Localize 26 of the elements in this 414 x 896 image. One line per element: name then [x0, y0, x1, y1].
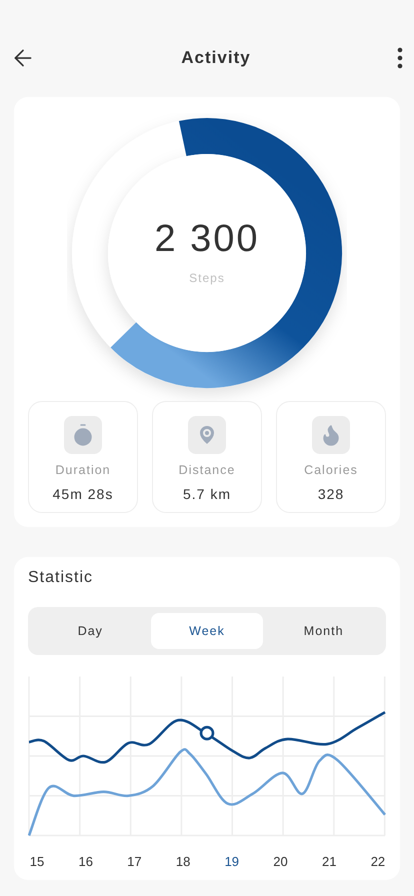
more-menu-button[interactable] [396, 46, 404, 68]
day-label: 22 [370, 854, 386, 869]
map-pin-icon [188, 416, 226, 454]
period-tab[interactable]: Month [267, 613, 380, 649]
stat-label: Distance [178, 463, 236, 477]
day-label: 21 [321, 854, 338, 869]
day-label: 20 [272, 854, 289, 869]
flame-icon [312, 416, 350, 454]
stat-label: Calories [304, 463, 358, 477]
day-label: 16 [78, 854, 94, 869]
stat-value: 328 [318, 486, 344, 502]
screen-title: Activity [181, 48, 251, 68]
stopwatch-icon [64, 416, 102, 454]
stat-value: 5.7 km [182, 486, 231, 502]
period-tab[interactable]: Week [150, 613, 264, 649]
day-label: 15 [29, 854, 45, 869]
day-label: 17 [126, 854, 142, 869]
day-label: 19 [224, 854, 240, 869]
steps-label: Steps [189, 270, 225, 284]
stat-value: 45m 28s [52, 486, 114, 502]
period-tab[interactable]: Day [34, 613, 147, 649]
steps-value: 2 300 [154, 218, 260, 260]
day-label: 18 [175, 854, 192, 869]
highlight-point [200, 726, 214, 740]
stat-label: Duration [55, 463, 111, 477]
section-title: Statistic [28, 569, 94, 587]
